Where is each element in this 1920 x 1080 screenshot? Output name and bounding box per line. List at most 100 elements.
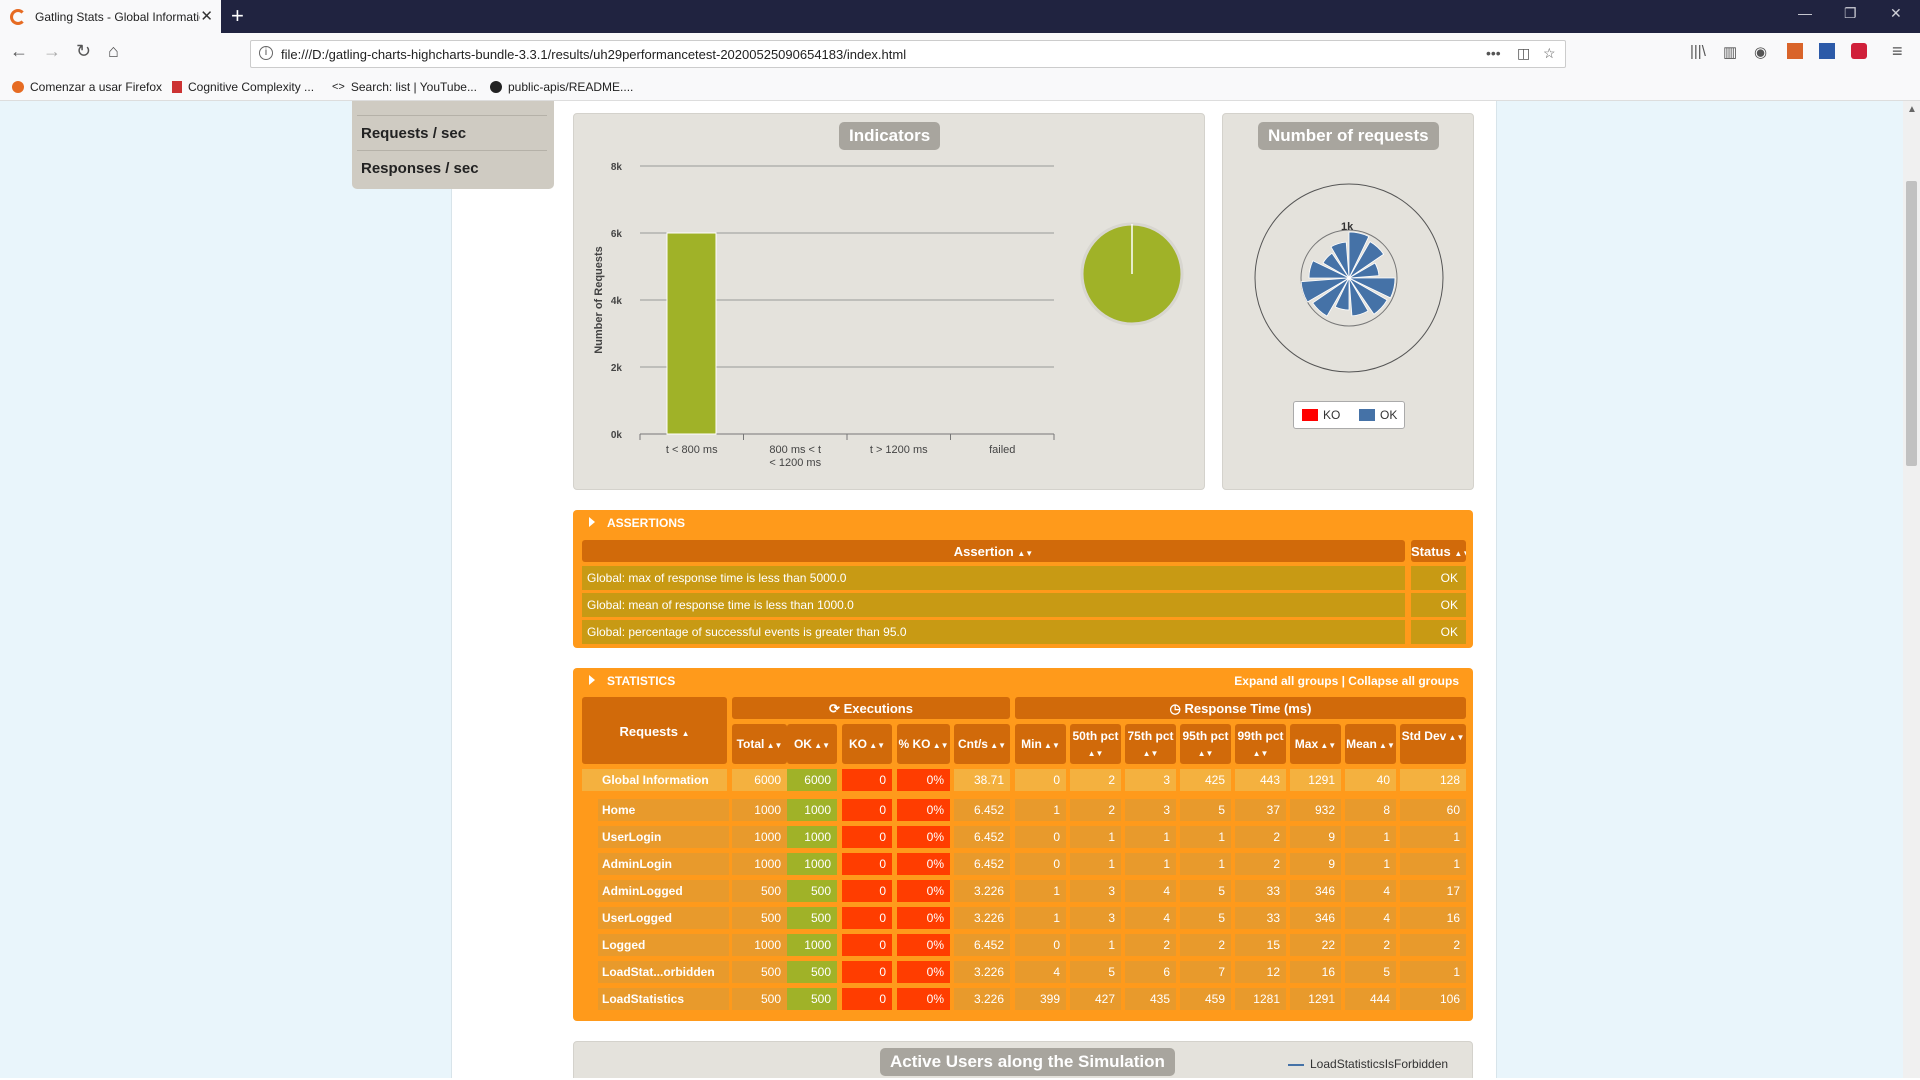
status-column-header[interactable]: Status ▲▼ bbox=[1411, 540, 1466, 562]
url-text[interactable]: file:///D:/gatling-charts-highcharts-bun… bbox=[281, 47, 906, 62]
sidebar-icon[interactable]: ▥ bbox=[1723, 43, 1737, 61]
menu-responses-per-sec[interactable]: Responses / sec bbox=[357, 150, 549, 184]
reload-icon[interactable]: ↻ bbox=[76, 41, 91, 62]
stat-cell-cnt-s: 3.226 bbox=[954, 961, 1010, 983]
gatling-favicon-icon bbox=[10, 8, 26, 25]
column-header-ok[interactable]: OK ▲▼ bbox=[787, 724, 837, 764]
site-info-icon[interactable]: i bbox=[259, 46, 273, 60]
extension-red-icon[interactable] bbox=[1851, 43, 1867, 59]
page-scrollbar[interactable]: ▲ bbox=[1903, 101, 1920, 1078]
stat-cell-ok: 500 bbox=[787, 907, 837, 929]
stat-cell-50th-pct: 5 bbox=[1070, 961, 1121, 983]
column-header-ko[interactable]: KO ▲▼ bbox=[842, 724, 892, 764]
ko-legend-label[interactable]: KO bbox=[1323, 408, 1340, 422]
stat-cell-max: 346 bbox=[1290, 880, 1341, 902]
column-header-99th-pct[interactable]: 99th pct ▲▼ bbox=[1235, 724, 1286, 764]
statistics-header[interactable]: STATISTICS bbox=[607, 674, 675, 688]
page-actions-icon[interactable]: ••• bbox=[1486, 45, 1501, 61]
forward-icon[interactable]: → bbox=[43, 41, 61, 62]
new-tab-icon[interactable]: + bbox=[231, 3, 244, 29]
home-icon[interactable]: ⌂ bbox=[108, 41, 119, 62]
close-tab-icon[interactable]: ✕ bbox=[200, 7, 213, 25]
bookmark-github[interactable]: public-apis/README.... bbox=[490, 80, 633, 94]
url-bar[interactable]: i file:///D:/gatling-charts-highcharts-b… bbox=[250, 40, 1566, 68]
menu-requests-per-sec[interactable]: Requests / sec bbox=[357, 115, 549, 149]
column-header-max[interactable]: Max ▲▼ bbox=[1290, 724, 1341, 764]
stat-cell-cnt-s: 3.226 bbox=[954, 988, 1010, 1010]
stat-cell-99th-pct: 33 bbox=[1235, 907, 1286, 929]
navigation-toolbar: ← → ↻ ⌂ i file:///D:/gatling-charts-high… bbox=[0, 33, 1920, 73]
stat-cell-cnt-s: 38.71 bbox=[954, 769, 1010, 791]
stat-cell-min: 399 bbox=[1015, 988, 1066, 1010]
side-menu: Requests / sec Responses / sec bbox=[352, 101, 554, 189]
extension-icon[interactable] bbox=[1787, 43, 1803, 59]
pocket-icon[interactable]: ◫ bbox=[1517, 45, 1530, 62]
stat-cell-75th-pct: 435 bbox=[1125, 988, 1176, 1010]
assertion-status: OK bbox=[1411, 620, 1466, 644]
column-header-min[interactable]: Min ▲▼ bbox=[1015, 724, 1066, 764]
stat-cell-mean: 1 bbox=[1345, 826, 1396, 848]
global-information-label[interactable]: Global Information bbox=[582, 769, 727, 791]
sort-icon: ▲▼ bbox=[1454, 549, 1466, 558]
stat-cell-95th-pct: 425 bbox=[1180, 769, 1231, 791]
request-name[interactable]: LoadStatistics bbox=[598, 988, 729, 1010]
active-users-panel: Active Users along the Simulation LoadSt… bbox=[573, 1041, 1473, 1078]
column-header-75th-pct[interactable]: 75th pct ▲▼ bbox=[1125, 724, 1176, 764]
x-tick-label: t > 1200 ms bbox=[870, 444, 928, 456]
request-name[interactable]: UserLogin bbox=[598, 826, 729, 848]
stat-cell-cnt-s: 6.452 bbox=[954, 826, 1010, 848]
stat-cell-cnt-s: 3.226 bbox=[954, 907, 1010, 929]
x-tick-label: failed bbox=[989, 444, 1015, 456]
assertions-header[interactable]: ASSERTIONS bbox=[607, 516, 685, 530]
column-header-std-dev[interactable]: Std Dev ▲▼ bbox=[1400, 724, 1466, 764]
statistics-section: STATISTICS Expand all groups | Collapse … bbox=[573, 668, 1473, 1021]
stat-cell-ko: 0 bbox=[842, 826, 892, 848]
request-name[interactable]: LoadStat...orbidden bbox=[598, 961, 729, 983]
column-header-total[interactable]: Total ▲▼ bbox=[732, 724, 787, 764]
column-header-mean[interactable]: Mean ▲▼ bbox=[1345, 724, 1396, 764]
request-name[interactable]: Home bbox=[598, 799, 729, 821]
column-header-50th-pct[interactable]: 50th pct ▲▼ bbox=[1070, 724, 1121, 764]
restore-icon[interactable]: ❐ bbox=[1844, 5, 1857, 22]
request-name[interactable]: Logged bbox=[598, 934, 729, 956]
stat-cell-min: 4 bbox=[1015, 961, 1066, 983]
expand-collapse-groups-links[interactable]: Expand all groups | Collapse all groups bbox=[1234, 674, 1459, 688]
stat-cell-mean: 8 bbox=[1345, 799, 1396, 821]
account-icon[interactable]: ◉ bbox=[1754, 43, 1767, 61]
collapse-arrow-icon[interactable] bbox=[589, 517, 595, 527]
zotero-icon[interactable] bbox=[1819, 43, 1835, 59]
column-header-cnt-s[interactable]: Cnt/s ▲▼ bbox=[954, 724, 1010, 764]
stat-cell-95th-pct: 5 bbox=[1180, 907, 1231, 929]
y-tick-label: 2k bbox=[611, 363, 623, 374]
bookmark-cognitive[interactable]: Cognitive Complexity ... bbox=[172, 80, 314, 94]
bookmark-star-icon[interactable]: ☆ bbox=[1543, 45, 1556, 62]
minimize-icon[interactable]: — bbox=[1798, 5, 1812, 21]
column-header--ko[interactable]: % KO ▲▼ bbox=[897, 724, 950, 764]
stat-cell-total: 1000 bbox=[732, 934, 787, 956]
y-tick-label: 0k bbox=[611, 430, 623, 441]
window-close-icon[interactable]: ✕ bbox=[1890, 5, 1902, 22]
requests-column-header[interactable]: Requests ▲ bbox=[582, 697, 727, 764]
scroll-thumb[interactable] bbox=[1906, 181, 1917, 466]
column-label: KO bbox=[848, 737, 867, 751]
bookmark-search[interactable]: <> Search: list | YouTube... bbox=[332, 80, 477, 94]
request-name[interactable]: AdminLogged bbox=[598, 880, 729, 902]
firefox-icon bbox=[12, 81, 24, 93]
column-label: 50th pct bbox=[1072, 729, 1119, 743]
series-legend-label[interactable]: LoadStatisticsIsForbidden bbox=[1310, 1057, 1448, 1071]
stat-cell-ko: 0 bbox=[842, 961, 892, 983]
back-icon[interactable]: ← bbox=[10, 41, 28, 62]
collapse-arrow-icon[interactable] bbox=[589, 675, 595, 685]
library-icon[interactable]: |||\ bbox=[1690, 43, 1706, 60]
request-name[interactable]: AdminLogin bbox=[598, 853, 729, 875]
bookmark-firefox[interactable]: Comenzar a usar Firefox bbox=[12, 80, 162, 94]
assertion-column-header[interactable]: Assertion ▲▼ bbox=[582, 540, 1405, 562]
menu-icon[interactable]: ≡ bbox=[1892, 41, 1903, 62]
scroll-up-icon[interactable]: ▲ bbox=[1907, 104, 1917, 115]
browser-tab[interactable]: Gatling Stats - Global Informatio ✕ bbox=[0, 0, 221, 33]
ok-legend-label[interactable]: OK bbox=[1380, 408, 1397, 422]
page-viewport: Requests / sec Responses / sec Indicator… bbox=[0, 101, 1903, 1078]
request-name[interactable]: UserLogged bbox=[598, 907, 729, 929]
column-label: Min bbox=[1021, 737, 1042, 751]
column-header-95th-pct[interactable]: 95th pct ▲▼ bbox=[1180, 724, 1231, 764]
